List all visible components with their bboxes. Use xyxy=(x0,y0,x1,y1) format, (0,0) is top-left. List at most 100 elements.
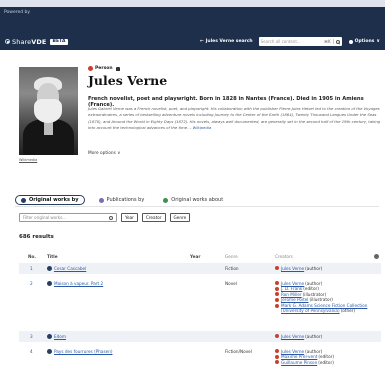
creators-list: Jules Verne(author) xyxy=(275,334,375,340)
wikipedia-link[interactable]: Wikipedia xyxy=(193,125,212,130)
top-nav: Share VDE BETA ← Jules Verne search Searc… xyxy=(0,33,385,50)
person-icon xyxy=(275,292,279,297)
results-count: 686 results xyxy=(19,234,54,240)
work-icon xyxy=(47,281,52,286)
person-icon xyxy=(275,298,279,303)
tab-label: Original works by xyxy=(29,197,79,203)
creator-filter-button[interactable]: Creator xyxy=(141,213,166,222)
creator-role: (other) xyxy=(340,308,356,314)
creator-link[interactable]: J. D. Frank xyxy=(281,286,302,291)
creator-link[interactable]: Jules Verne xyxy=(281,266,304,271)
browser-strip xyxy=(0,0,385,7)
work-icon xyxy=(47,334,52,339)
header-creators[interactable]: Creators xyxy=(275,254,293,259)
header-no[interactable]: No. xyxy=(28,254,36,259)
creator-role: (author) xyxy=(305,348,323,354)
author-bio: Jules Gabriel Verne was a French novelis… xyxy=(88,106,382,131)
header-genre[interactable]: Genre xyxy=(225,254,238,259)
header-title[interactable]: Title xyxy=(47,254,58,259)
image-credit-link[interactable]: Wikimedia xyxy=(19,158,37,162)
gear-icon[interactable] xyxy=(374,253,379,259)
publications-icon xyxy=(98,197,104,203)
works-about-icon xyxy=(163,197,169,203)
search-icon[interactable] xyxy=(335,39,340,44)
tab-original-works-by[interactable]: Original works by xyxy=(15,195,85,205)
back-to-search-link[interactable]: ← Jules Verne search xyxy=(200,39,253,44)
beta-badge: BETA xyxy=(50,38,68,45)
creator-role: (illustrator) xyxy=(309,297,333,303)
creator-link[interactable]: Guillaume Pinson xyxy=(281,360,317,365)
creator-role: (illustrator) xyxy=(302,291,327,297)
year-filter-button[interactable]: Year xyxy=(121,213,138,222)
creator-role: (editor) xyxy=(318,354,334,360)
person-icon xyxy=(275,360,279,365)
filter-works-input[interactable]: Filter original works... xyxy=(19,213,117,222)
table-header: No. Title Year Genre Creators xyxy=(19,251,381,261)
work-title-link[interactable]: Pays des fourrures (Phasen) xyxy=(47,349,113,354)
genre-filter-button[interactable]: Genre xyxy=(169,213,191,222)
creator-item: Jules Verne(author) xyxy=(275,266,375,272)
person-icon xyxy=(275,266,279,271)
row-number: 3 xyxy=(30,334,33,339)
chevron-down-icon: ∨ xyxy=(376,39,380,44)
table-row: 1 Cesar Cascabel Fiction Jules Verne(aut… xyxy=(19,263,381,274)
back-link-label: Jules Verne search xyxy=(205,39,253,44)
tab-original-works-about[interactable]: Original works about xyxy=(158,195,228,205)
creator-link[interactable]: Jules Verne xyxy=(281,334,304,339)
creators-list: Jules Verne(author) Maxime Prel-vent(edi… xyxy=(275,349,375,366)
bio-text: Jules Gabriel Verne was a French novelis… xyxy=(88,106,381,130)
work-title: Cesar Cascabel xyxy=(54,266,87,271)
filter-bar: Filter original works... Year Creator Ge… xyxy=(19,213,194,222)
back-arrow-icon: ← xyxy=(199,39,204,44)
search-icon[interactable] xyxy=(109,215,113,220)
work-title-link[interactable]: Maison à vapeur. Part 2 xyxy=(47,281,103,286)
work-genre: Novel xyxy=(225,281,237,286)
original-works-icon xyxy=(21,197,26,203)
global-search-input[interactable]: Search all content... ⌘K xyxy=(258,37,342,46)
work-title-link[interactable]: Cesar Cascabel xyxy=(47,266,86,271)
work-icon xyxy=(47,266,52,271)
sharevde-logo[interactable]: Share VDE BETA xyxy=(5,38,68,46)
work-title: Pays des fourrures (Phasen) xyxy=(54,349,113,354)
more-options-toggle[interactable]: More options ∨ xyxy=(88,151,120,156)
powered-by-text: Powered by xyxy=(4,10,31,15)
tabs-divider xyxy=(15,206,379,207)
creators-list: Jules Verne(author) J. D. Frank(editor) … xyxy=(275,281,375,315)
creators-list: Jules Verne(author) xyxy=(275,266,375,272)
creator-role: (editor) xyxy=(318,359,334,365)
table-row: 3 Edom Jules Verne(author) xyxy=(19,331,381,342)
options-menu-button[interactable]: Options ∨ xyxy=(348,39,380,44)
row-number: 4 xyxy=(30,349,33,354)
user-icon xyxy=(348,39,353,44)
bell-icon[interactable] xyxy=(115,66,120,71)
creator-link[interactable]: Maxime Prel-vent xyxy=(281,354,317,359)
options-label: Options xyxy=(354,39,375,44)
creator-link[interactable]: Jules Verne xyxy=(281,349,304,354)
header-year[interactable]: Year xyxy=(190,254,200,259)
person-icon xyxy=(275,349,279,354)
entity-type-tag: Person xyxy=(88,66,120,71)
work-genre: Fiction xyxy=(225,266,239,271)
table-row: 2 Maison à vapeur. Part 2 Novel Jules Ve… xyxy=(19,278,381,318)
row-number: 2 xyxy=(30,281,33,286)
work-title-link[interactable]: Edom xyxy=(47,334,66,339)
filter-placeholder: Filter original works... xyxy=(23,215,66,220)
search-placeholder: Search all content... xyxy=(260,39,301,44)
creator-role: (author) xyxy=(305,333,323,339)
search-divider xyxy=(332,39,334,44)
person-icon xyxy=(275,286,279,291)
person-icon xyxy=(88,66,93,71)
author-portrait xyxy=(19,67,78,155)
person-icon xyxy=(275,354,279,359)
person-icon xyxy=(275,334,279,339)
creator-link[interactable]: Jerome Poitel xyxy=(281,297,308,302)
logo-text-bold: VDE xyxy=(31,37,47,46)
creator-role: (author) xyxy=(305,265,323,271)
work-title: Maison à vapeur. Part 2 xyxy=(54,281,104,286)
logo-icon xyxy=(5,39,10,44)
search-shortcut: ⌘K xyxy=(324,39,331,44)
tab-publications-by[interactable]: Publications by xyxy=(94,195,150,205)
work-icon xyxy=(47,349,52,354)
creator-link[interactable]: Jules Verne xyxy=(281,281,304,286)
creator-link[interactable]: Ron Miller xyxy=(281,292,302,297)
